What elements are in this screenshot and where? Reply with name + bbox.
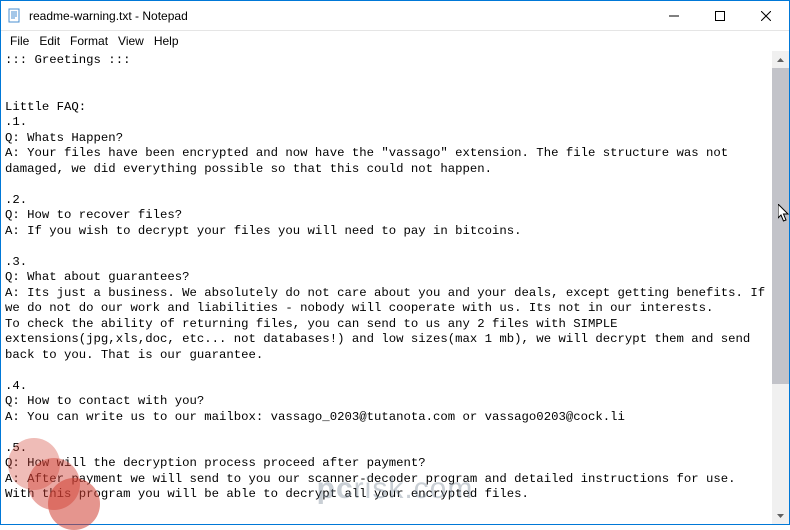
scroll-up-arrow[interactable]	[772, 51, 789, 68]
window-title: readme-warning.txt - Notepad	[29, 9, 651, 23]
titlebar[interactable]: readme-warning.txt - Notepad	[1, 1, 789, 31]
content-area: ::: Greetings ::: Little FAQ: .1. Q: Wha…	[1, 51, 789, 524]
vertical-scrollbar[interactable]	[772, 51, 789, 524]
menu-file[interactable]: File	[5, 33, 34, 49]
scroll-track[interactable]	[772, 68, 789, 507]
window-controls	[651, 1, 789, 30]
notepad-window: readme-warning.txt - Notepad File Edit F…	[0, 0, 790, 525]
text-editor[interactable]: ::: Greetings ::: Little FAQ: .1. Q: Wha…	[1, 51, 772, 524]
notepad-icon	[7, 8, 23, 24]
menu-view[interactable]: View	[113, 33, 149, 49]
close-button[interactable]	[743, 1, 789, 30]
scroll-thumb[interactable]	[772, 68, 789, 384]
scroll-down-arrow[interactable]	[772, 507, 789, 524]
menu-help[interactable]: Help	[149, 33, 184, 49]
menubar: File Edit Format View Help	[1, 31, 789, 51]
menu-format[interactable]: Format	[65, 33, 113, 49]
maximize-button[interactable]	[697, 1, 743, 30]
minimize-button[interactable]	[651, 1, 697, 30]
menu-edit[interactable]: Edit	[34, 33, 65, 49]
